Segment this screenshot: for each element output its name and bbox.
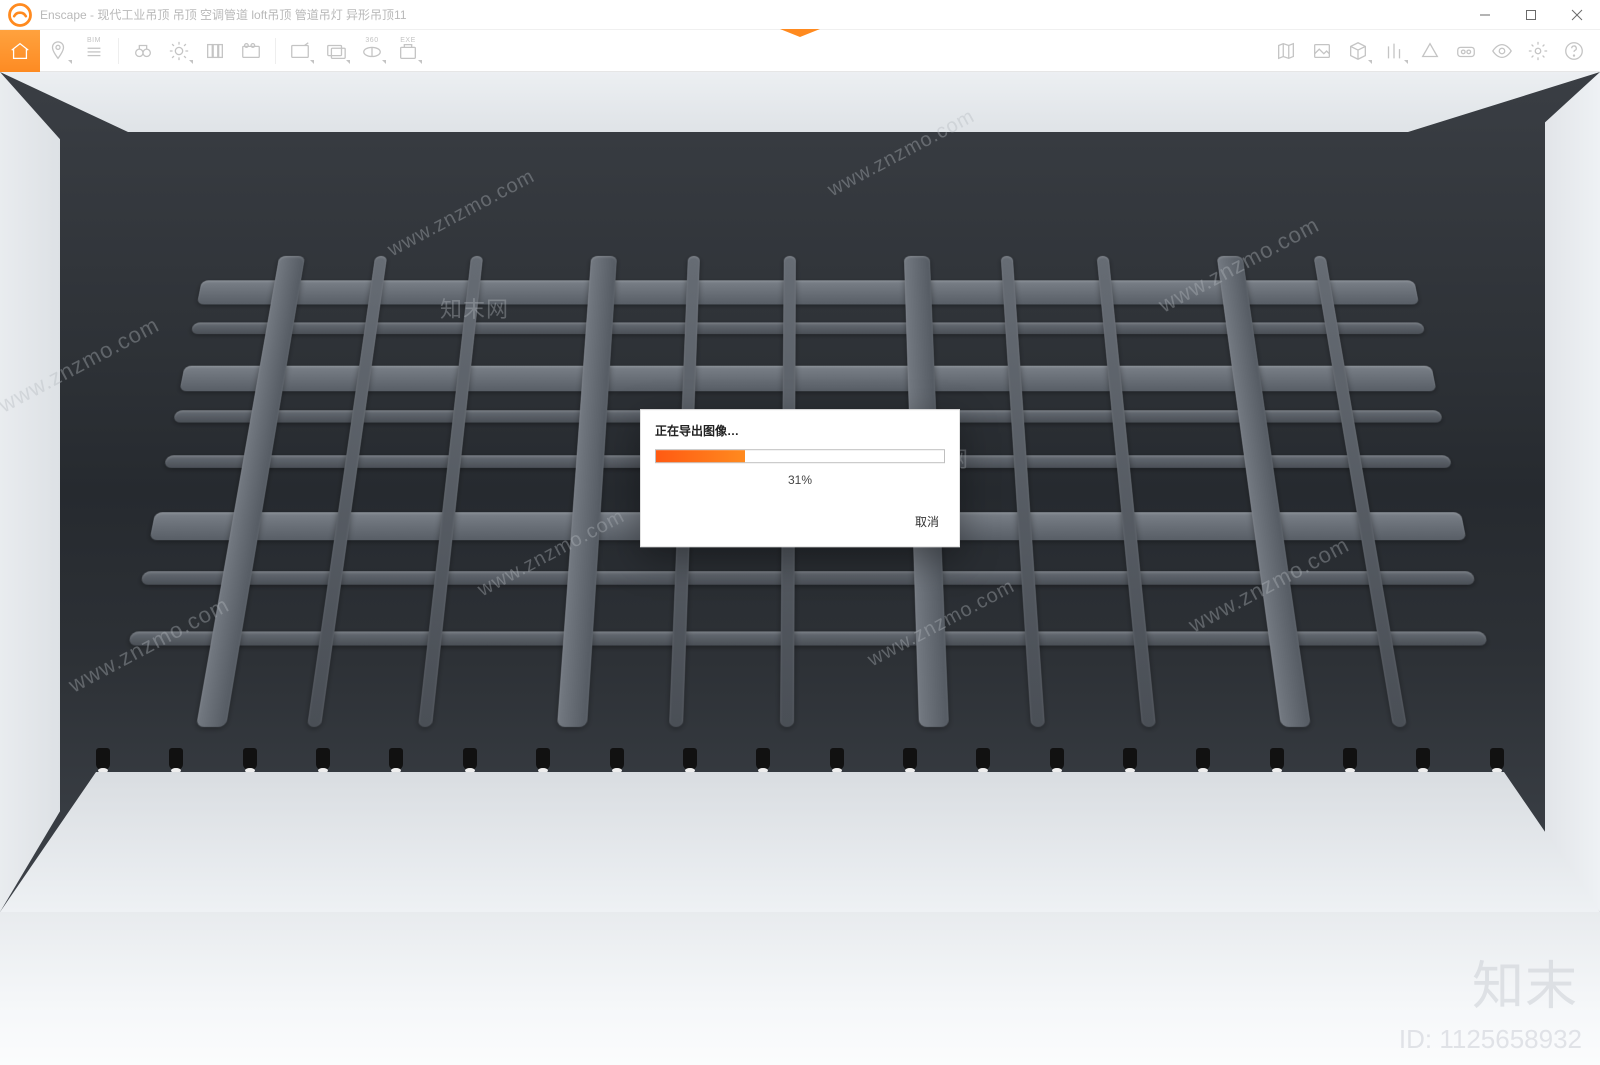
toolbar-divider	[118, 38, 119, 64]
sun-settings-button[interactable]	[163, 35, 195, 67]
toolbar-right-group	[1268, 30, 1600, 71]
settings-button[interactable]	[1522, 35, 1554, 67]
binoculars-button[interactable]	[127, 35, 159, 67]
home-button[interactable]	[0, 30, 40, 72]
exe-label: EXE	[396, 37, 420, 44]
cube-button[interactable]	[1342, 35, 1374, 67]
map-button[interactable]	[1270, 35, 1302, 67]
mono360-label: 360	[360, 37, 384, 44]
toolbar-center-chevron-icon	[780, 29, 820, 39]
toolbar-left-group: BIM	[0, 30, 426, 71]
floor-light-band: 知末 ID: 1125658932	[0, 912, 1600, 1065]
column-button[interactable]	[1378, 35, 1410, 67]
video-path-button[interactable]	[235, 35, 267, 67]
vr-button[interactable]	[1450, 35, 1482, 67]
progress-bar-fill	[656, 450, 745, 462]
render-viewport[interactable]: www.znzmo.com www.znzmo.com www.znzmo.co…	[0, 72, 1600, 912]
bim-label: BIM	[82, 37, 106, 44]
window-minimize-button[interactable]	[1462, 0, 1508, 30]
app-window: Enscape - 现代工业吊顶 吊顶 空调管道 loft吊顶 管道吊灯 异形吊…	[0, 0, 1600, 1065]
app-logo-icon	[6, 1, 34, 29]
dialog-title: 正在导出图像…	[641, 410, 959, 449]
mono-360-button[interactable]: 360	[356, 35, 388, 67]
main-toolbar: BIM	[0, 30, 1600, 72]
help-button[interactable]	[1558, 35, 1590, 67]
batch-render-button[interactable]	[320, 35, 352, 67]
window-close-button[interactable]	[1554, 0, 1600, 30]
progress-percent-label: 31%	[641, 463, 959, 503]
track-light-row	[96, 748, 1504, 778]
asset-library-button[interactable]	[199, 35, 231, 67]
watermark-id: ID: 1125658932	[1399, 1024, 1582, 1055]
progress-bar	[655, 449, 945, 463]
exe-export-button[interactable]: EXE	[392, 35, 424, 67]
bim-info-button[interactable]: BIM	[78, 35, 110, 67]
toolbar-divider	[275, 38, 276, 64]
export-progress-dialog: 正在导出图像… 31% 取消	[640, 409, 960, 547]
screenshot-button[interactable]	[284, 35, 316, 67]
watermark-brand-large: 知末	[1472, 944, 1578, 1019]
visibility-button[interactable]	[1486, 35, 1518, 67]
window-maximize-button[interactable]	[1508, 0, 1554, 30]
render-stage: www.znzmo.com www.znzmo.com www.znzmo.co…	[0, 72, 1600, 1065]
image-overlay-button[interactable]	[1306, 35, 1338, 67]
cancel-button[interactable]: 取消	[909, 509, 945, 534]
window-title: Enscape - 现代工业吊顶 吊顶 空调管道 loft吊顶 管道吊灯 异形吊…	[40, 6, 407, 23]
titlebar: Enscape - 现代工业吊顶 吊顶 空调管道 loft吊顶 管道吊灯 异形吊…	[0, 0, 1600, 30]
pin-location-button[interactable]	[42, 35, 74, 67]
perspective-button[interactable]	[1414, 35, 1446, 67]
